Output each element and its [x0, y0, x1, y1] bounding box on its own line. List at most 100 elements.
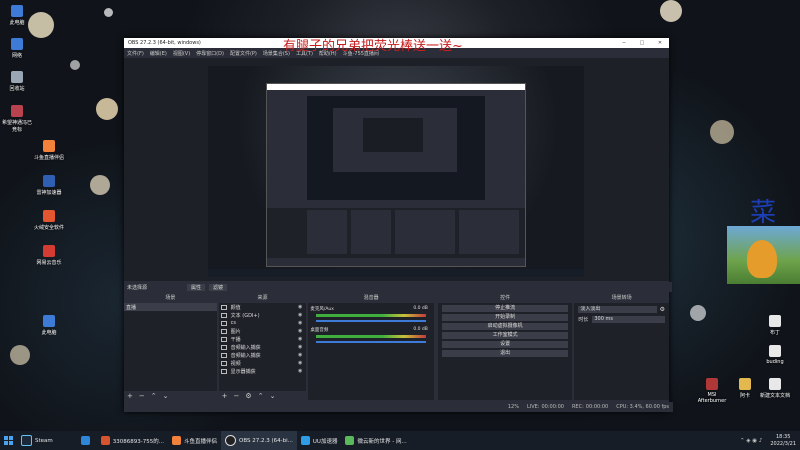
- desktop-icon-douyu[interactable]: 斗鱼直播伴侣: [32, 140, 66, 161]
- maximize-icon[interactable]: □: [633, 40, 651, 46]
- add-icon[interactable]: +: [127, 392, 133, 400]
- menu-file[interactable]: 文件(F): [127, 50, 144, 57]
- douyu-icon: [43, 140, 55, 152]
- desktop-icon-app[interactable]: 希望神通冯已竞标: [0, 105, 34, 133]
- computer-icon: [11, 5, 23, 17]
- start-button[interactable]: [0, 431, 17, 450]
- taskbar-douyu[interactable]: 斗鱼直播伴侣: [168, 431, 221, 450]
- obs-title: OBS 27.2.3 (64-bit, windows): [128, 40, 201, 46]
- scenes-title: 场景: [124, 294, 217, 303]
- filters-button[interactable]: 滤镜: [209, 283, 228, 291]
- stop-stream-button[interactable]: 停止推流: [441, 305, 569, 312]
- gear-icon[interactable]: ⚙: [245, 392, 251, 400]
- obs-preview[interactable]: [124, 58, 669, 281]
- sources-dock: 来源 颜值 ◉ 文本 (GDI+) ◉ cs ◉ 图片 ◉ 干播 ◉ 音频输入捕获 ◉ 音频…: [218, 294, 310, 400]
- desktop-icon-new-text[interactable]: 新建文本文档: [758, 378, 792, 399]
- remove-icon[interactable]: −: [234, 392, 240, 400]
- audio-meter: [316, 335, 426, 338]
- exit-button[interactable]: 退出: [441, 350, 569, 357]
- huorong-icon: [43, 210, 55, 222]
- obs-window[interactable]: OBS 27.2.3 (64-bit, windows) ─ □ ✕ 文件(F)…: [124, 38, 673, 412]
- close-icon[interactable]: ✕: [651, 40, 669, 46]
- desktop-icon-aka[interactable]: 阿卡: [728, 378, 762, 399]
- source-item[interactable]: cs ◉: [219, 319, 307, 327]
- clock-date: 2022/3/21: [770, 440, 796, 447]
- controls-title: 控件: [437, 294, 573, 303]
- mixer-channel-db: 0.0 dB: [413, 327, 428, 332]
- desktop-icon-recycle-bin[interactable]: 回收站: [0, 71, 34, 92]
- taskbar-uu[interactable]: UU加速器: [297, 431, 342, 450]
- volume-slider[interactable]: [316, 341, 426, 343]
- source-item[interactable]: 显示器捕获 ◉: [219, 367, 307, 375]
- desktop-icon-network[interactable]: 网络: [0, 38, 34, 59]
- desktop-icon-leishen[interactable]: 雷神加速器: [32, 175, 66, 196]
- taskbar-browser[interactable]: 33086893-755的...: [97, 431, 168, 450]
- desktop-icon-pc2[interactable]: 此电脑: [32, 315, 66, 336]
- file-icon: [769, 345, 781, 357]
- add-icon[interactable]: +: [222, 392, 228, 400]
- live-label: LIVE:: [526, 404, 540, 410]
- sources-title: 来源: [218, 294, 307, 303]
- cpu-status: CPU: 3.4%, 60.00 fps: [616, 404, 669, 410]
- taskbar-steam[interactable]: Steam: [17, 431, 57, 450]
- menu-edit[interactable]: 编辑(E): [150, 50, 167, 57]
- virtual-cam-button[interactable]: 启动虚拟摄像机: [441, 323, 569, 330]
- rec-time: 00:00:00: [585, 404, 609, 410]
- up-icon[interactable]: ⌃: [258, 392, 264, 400]
- studio-mode-button[interactable]: 工作室模式: [441, 332, 569, 339]
- eye-icon: ◉: [297, 360, 303, 366]
- down-icon[interactable]: ⌄: [163, 392, 169, 400]
- side-overlay-image: [727, 226, 800, 284]
- menu-view[interactable]: 视图(V): [173, 50, 190, 57]
- steam-icon: [21, 435, 32, 446]
- transition-select[interactable]: 淡入淡出: [578, 306, 657, 313]
- preview-canvas[interactable]: [208, 66, 584, 277]
- desktop-icon-this-pc[interactable]: 此电脑: [0, 5, 34, 26]
- source-status-line: 未选择源 属性 滤镜: [124, 282, 672, 292]
- volume-slider[interactable]: [316, 320, 426, 322]
- duration-input[interactable]: 300 ms: [592, 316, 665, 323]
- gear-icon[interactable]: ⚙: [660, 306, 665, 313]
- up-icon[interactable]: ⌃: [151, 392, 157, 400]
- browser-icon: [100, 436, 110, 445]
- desktop-icon-huorong[interactable]: 火绒安全软件: [32, 210, 66, 231]
- source-item[interactable]: 颜值 ◉: [219, 303, 307, 311]
- source-item[interactable]: 音频输入捕获 ◉: [219, 351, 307, 359]
- taskbar-edge[interactable]: [77, 431, 97, 450]
- scene-item[interactable]: 直播: [124, 303, 217, 311]
- rec-label: REC:: [571, 404, 584, 410]
- windows-icon: [4, 436, 13, 445]
- remove-icon[interactable]: −: [139, 392, 145, 400]
- text-file-icon: [769, 378, 781, 390]
- menu-docks[interactable]: 停靠窗口(D): [196, 50, 224, 57]
- desktop-icon-msi-afterburner[interactable]: MSI Afterburner: [695, 378, 729, 404]
- eye-icon: ◉: [297, 304, 303, 310]
- dropped-frames: 12%: [507, 404, 519, 410]
- leishen-icon: [43, 175, 55, 187]
- taskbar-obs[interactable]: OBS 27.2.3 (64-bi...: [221, 431, 297, 450]
- properties-button[interactable]: 属性: [187, 283, 206, 291]
- down-icon[interactable]: ⌄: [270, 392, 276, 400]
- uu-icon: [300, 436, 310, 445]
- mixer-channel-name: 麦克风/Aux: [310, 307, 334, 312]
- tray-icons[interactable]: ⌃ ◈ ◉ ♪: [736, 431, 766, 450]
- clock-time: 18:35: [775, 433, 791, 440]
- source-item[interactable]: 干播 ◉: [219, 335, 307, 343]
- mixer-dock: 混音器 麦克风/Aux 0.0 dB 桌面音频 0.0 dB: [308, 294, 434, 400]
- mixer-title: 混音器: [308, 294, 434, 303]
- sources-toolbar: + − ⚙ ⌃ ⌄: [218, 391, 310, 400]
- menu-profile[interactable]: 配置文件(P): [230, 50, 257, 57]
- minimize-icon[interactable]: ─: [615, 40, 633, 46]
- source-item[interactable]: 文本 (GDI+) ◉: [219, 311, 307, 319]
- douyu-icon: [172, 436, 181, 445]
- clock[interactable]: 18:35 2022/3/21: [766, 431, 800, 450]
- source-item[interactable]: 音频输入捕获 ◉: [219, 343, 307, 351]
- source-item[interactable]: 视频 ◉: [219, 359, 307, 367]
- desktop-icon-buding2[interactable]: buding: [758, 345, 792, 365]
- desktop-icon-netease[interactable]: 网易云音乐: [32, 245, 66, 266]
- desktop-icon-buding[interactable]: 布丁: [758, 315, 792, 336]
- start-record-button[interactable]: 开始录制: [441, 314, 569, 321]
- settings-button[interactable]: 设置: [441, 341, 569, 348]
- taskbar-web[interactable]: 微云新的世界 - 网...: [341, 431, 410, 450]
- source-item[interactable]: 图片 ◉: [219, 327, 307, 335]
